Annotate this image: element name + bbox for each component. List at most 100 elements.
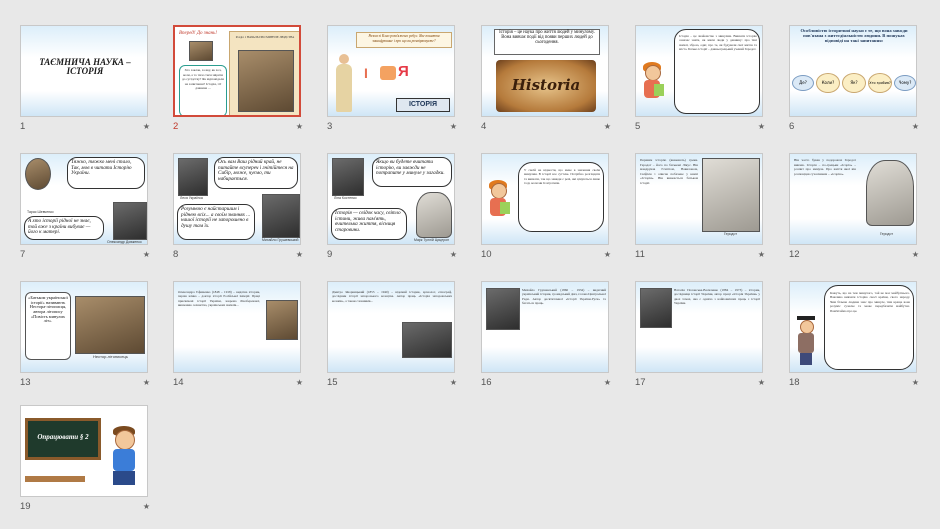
quote-bubble-bottom: Історія — свідок часу, світло істини, жи…	[331, 208, 407, 240]
transition-star-icon[interactable]: ★	[450, 250, 457, 259]
slide-thumbnail-19[interactable]: Опрацювати § 2 19 ★	[20, 405, 152, 515]
quote-bottom: Розумною є найстаршим і ріднею всіх... а…	[181, 206, 251, 230]
slide-thumbnail-3[interactable]: Разом зі Клио розв'яжемо ребус. Яке поня…	[327, 25, 459, 135]
transition-star-icon[interactable]: ★	[296, 378, 303, 387]
student-boy-image	[105, 426, 143, 492]
transition-star-icon[interactable]: ★	[143, 502, 150, 511]
painting-nestor-chronicler	[75, 296, 145, 354]
question-why: Чому?	[894, 75, 916, 91]
slide-7-preview: Тарас Шевченко Тяжко, тяжко мені стало, …	[20, 153, 148, 245]
transition-star-icon[interactable]: ★	[143, 250, 150, 259]
slide-number: 18	[789, 377, 800, 388]
transition-star-icon[interactable]: ★	[758, 250, 765, 259]
slide-number: 19	[20, 501, 31, 512]
slide-6-preview: Особливістю історичної науки є те, що во…	[789, 25, 917, 117]
question-bubbles-row: Де? Коли? Як? Хто зробив? Чому?	[792, 72, 916, 94]
slide-3-question-box: Разом зі Клио розв'яжемо ребус. Яке поня…	[356, 32, 452, 48]
slide-number: 14	[173, 377, 184, 388]
slide-3-preview: Разом зі Клио розв'яжемо ребус. Яке поня…	[327, 25, 455, 117]
slide-1-title: ТАЄМНИЧА НАУКА – ІСТОРІЯ	[39, 57, 131, 77]
slide-11-text: Першим історію (вважають) греки. Геродот…	[640, 158, 698, 185]
textbook-header: Розділ 1 НАЧАЛЬ ПРО МИНУЛЕ ЛЮДСТВА	[235, 35, 295, 39]
quote-bottom: А хто історії рідної не знає, той вже з …	[28, 218, 91, 236]
transition-star-icon[interactable]: ★	[912, 250, 919, 259]
slide-thumbnail-11[interactable]: Першим історію (вважають) греки. Геродот…	[635, 153, 767, 263]
portrait-dovzhenko	[113, 202, 147, 240]
slide-thumbnail-17[interactable]: Наталія Полонська-Василенко (1884 – 1973…	[635, 281, 767, 391]
transition-star-icon[interactable]: ★	[450, 122, 457, 131]
transition-star-icon[interactable]: ★	[604, 122, 611, 131]
slide-number: 10	[481, 249, 492, 260]
slide-2-heading: Вперед! До знань!	[179, 31, 218, 36]
slide-thumbnail-12[interactable]: Він часто бував у подорожах Геродот вивч…	[789, 153, 921, 263]
slide-10-preview: У своїй не віднести, що мене в значення …	[481, 153, 609, 245]
slide-thumbnail-16[interactable]: Михайло Грушевський (1866 – 1934) – вида…	[481, 281, 613, 391]
slide-6-title: Особливістю історичної науки є те, що во…	[800, 28, 908, 43]
slide-number: 4	[481, 121, 487, 132]
rebus-letter-ya: Я	[398, 63, 409, 80]
portrait-yavornytsky	[402, 322, 452, 358]
slide-thumbnail-15[interactable]: Дмитро Яворницький (1855 – 1940) – відом…	[327, 281, 459, 391]
transition-star-icon[interactable]: ★	[604, 378, 611, 387]
slide-thumbnail-2[interactable]: Вперед! До знань! Розділ 1 НАЧАЛЬ ПРО МИ…	[173, 25, 305, 135]
transition-star-icon[interactable]: ★	[604, 250, 611, 259]
slide-thumbnail-7[interactable]: Тарас Шевченко Тяжко, тяжко мені стало, …	[20, 153, 152, 263]
slide-19-preview: Опрацювати § 2	[20, 405, 148, 497]
slide-4-definition: Історія – це наука про життя людей у мин…	[499, 30, 595, 45]
transition-star-icon[interactable]: ★	[912, 122, 919, 131]
slide-thumbnail-1[interactable]: ТАЄМНИЧА НАУКА – ІСТОРІЯ 1 ★	[20, 25, 152, 135]
slide-18-text: Кажуть, що на теж минулого, той не має м…	[830, 291, 910, 313]
slide-number: 5	[635, 121, 641, 132]
quote-bubble-top: Ось вам Ваш рідний край, не питайте всуп…	[214, 157, 298, 189]
slide-number: 9	[327, 249, 333, 260]
quote-bubble-top: Якщо ви будете вчитати історію, ви завжд…	[372, 157, 452, 187]
transition-star-icon[interactable]: ★	[912, 378, 919, 387]
transition-star-icon[interactable]: ★	[758, 122, 765, 131]
portrait-polonska-vasylenko	[640, 288, 672, 328]
slide-4-preview: Історія – це наука про життя людей у мин…	[481, 25, 609, 117]
transition-star-icon[interactable]: ★	[143, 378, 150, 387]
homework-text: Опрацювати § 2	[37, 433, 89, 441]
slide-16-text: Михайло Грушевський (1866 – 1934) – вида…	[522, 288, 606, 306]
slide-thumbnail-9[interactable]: Ліна Костенко Якщо ви будете вчитати іст…	[327, 153, 459, 263]
transition-star-icon[interactable]: ★	[296, 122, 303, 131]
slide-thumbnail-6[interactable]: Особливістю історичної науки є те, що во…	[789, 25, 921, 135]
bust-herodotus-image	[866, 160, 914, 226]
quote-bubble-top: Тяжко, тяжко мені стало, Так, мов в чита…	[67, 157, 145, 189]
statue-herodotus-image	[702, 158, 760, 232]
transition-star-icon[interactable]: ★	[143, 122, 150, 131]
transition-star-icon[interactable]: ★	[296, 250, 303, 259]
chalkboard-image: Опрацювати § 2	[25, 418, 101, 460]
muse-clio-image	[334, 54, 354, 114]
historia-word: Historia	[511, 76, 581, 94]
slide-18-speech-bubble: Кажуть, що на теж минулого, той не має м…	[824, 285, 914, 370]
question-who: Хто зробив?	[868, 73, 892, 93]
slide-thumbnail-10[interactable]: У своїй не віднести, що мене в значення …	[481, 153, 613, 263]
slide-number: 7	[20, 249, 26, 260]
slide-15-text: Дмитро Яворницький (1855 – 1940) – відом…	[332, 290, 452, 303]
question-when: Коли?	[816, 73, 840, 93]
slide-10-speech-bubble: У своїй не віднести, що мене в значення …	[518, 162, 604, 232]
historia-parchment-image: Historia	[496, 60, 596, 112]
slide-thumbnail-14[interactable]: Олександра Єфименко (1848 – 1918) – вида…	[173, 281, 305, 391]
slide-thumbnail-4[interactable]: Історія – це наука про життя людей у мин…	[481, 25, 613, 135]
slide-8-preview: Леся Українка Ось вам Ваш рідний край, н…	[173, 153, 301, 245]
slide-thumbnail-5[interactable]: Історія – це знайомство з минулим. Вивча…	[635, 25, 767, 135]
slide-4-definition-box: Історія – це наука про життя людей у мин…	[494, 29, 600, 55]
slide-14-text: Олександра Єфименко (1848 – 1918) – вида…	[178, 290, 260, 308]
caption-nestor: Нестор-літописець	[93, 354, 128, 359]
caption-shevchenko: Тарас Шевченко	[27, 210, 54, 214]
slide-16-preview: Михайло Грушевський (1866 – 1934) – вида…	[481, 281, 609, 373]
slide-17-preview: Наталія Полонська-Василенко (1884 – 1973…	[635, 281, 763, 373]
portrait-hrushevsky	[262, 194, 300, 238]
slide-thumbnail-18[interactable]: Кажуть, що на теж минулого, той не має м…	[789, 281, 921, 391]
slide-13-textbox: «Батьком української історії» називають …	[25, 292, 71, 360]
slide-thumbnail-13[interactable]: «Батьком української історії» називають …	[20, 281, 152, 391]
caption-dovzhenko: Олександр Довженко	[107, 240, 142, 244]
slide-thumbnail-8[interactable]: Леся Українка Ось вам Ваш рідний край, н…	[173, 153, 305, 263]
caption-herodotus: Геродот	[880, 232, 893, 236]
transition-star-icon[interactable]: ★	[450, 378, 457, 387]
transition-star-icon[interactable]: ★	[758, 378, 765, 387]
slide-5-preview: Історія – це знайомство з минулим. Вивча…	[635, 25, 763, 117]
slide-9-preview: Ліна Костенко Якщо ви будете вчитати іст…	[327, 153, 455, 245]
